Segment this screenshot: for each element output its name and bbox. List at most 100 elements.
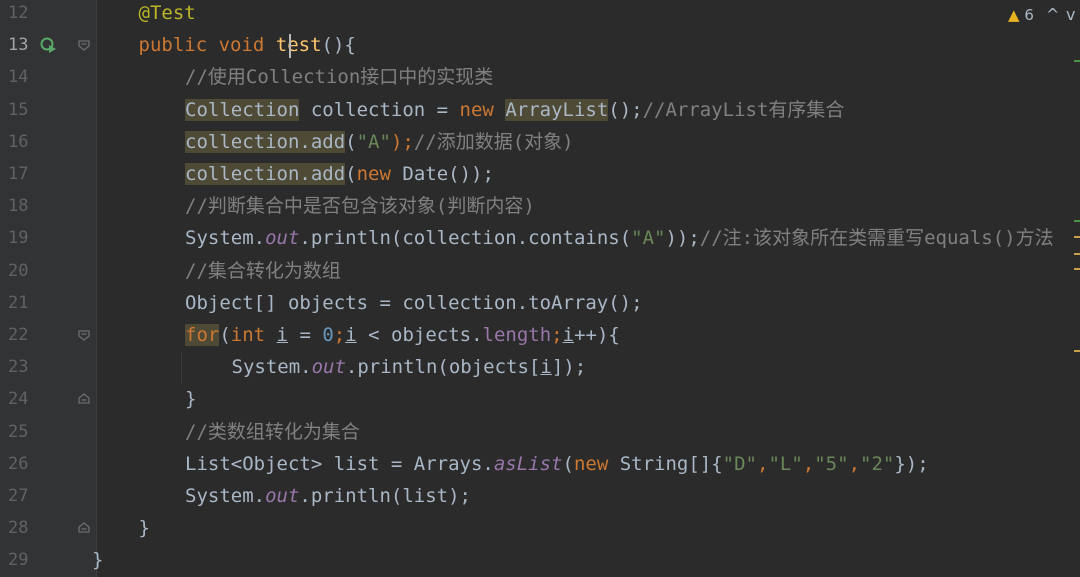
- code-line[interactable]: 18 //判断集合中是否包含该对象(判断内容): [0, 190, 1080, 222]
- error-stripe-mark[interactable]: [1074, 220, 1080, 222]
- code-line[interactable]: 22 for(int i = 0;i < objects.length;i++){: [0, 319, 1080, 351]
- line-number[interactable]: 17: [8, 158, 34, 190]
- code-text[interactable]: System.out.println(collection.contains("…: [185, 222, 1054, 254]
- code-token: out: [311, 356, 346, 379]
- code-token: collection.add: [185, 130, 346, 153]
- code-text[interactable]: //判断集合中是否包含该对象(判断内容): [185, 190, 535, 222]
- line-number[interactable]: 12: [8, 0, 34, 29]
- code-line[interactable]: 20 //集合转化为数组: [0, 255, 1080, 287]
- code-line[interactable]: 17 collection.add(new Date());: [0, 158, 1080, 190]
- code-text[interactable]: for(int i = 0;i < objects.length;i++){: [185, 319, 620, 351]
- code-text[interactable]: }: [92, 544, 103, 576]
- error-stripe-mark[interactable]: [1074, 60, 1080, 62]
- code-text[interactable]: System.out.println(objects[i]);: [232, 351, 587, 383]
- code-line[interactable]: 12 @Test: [0, 0, 1080, 29]
- code-line[interactable]: 14 //使用Collection接口中的实现类: [0, 61, 1080, 93]
- code-line[interactable]: 25 //类数组转化为集合: [0, 416, 1080, 448]
- code-token: //添加数据(对象): [413, 130, 574, 153]
- code-token: i: [540, 356, 552, 379]
- code-text[interactable]: System.out.println(list);: [185, 480, 471, 512]
- next-highlight-button[interactable]: v: [1066, 5, 1075, 24]
- code-text[interactable]: //集合转化为数组: [185, 255, 341, 287]
- previous-highlight-button[interactable]: ^: [1046, 5, 1059, 24]
- line-number[interactable]: 26: [8, 448, 34, 480]
- code-text[interactable]: }: [185, 383, 196, 415]
- code-token: public: [138, 34, 219, 57]
- code-text[interactable]: collection.add(new Date());: [185, 158, 494, 190]
- line-number[interactable]: 13: [8, 29, 34, 61]
- code-line[interactable]: 23 System.out.println(objects[i]);: [0, 351, 1080, 383]
- line-number[interactable]: 15: [8, 94, 34, 126]
- fold-close-icon[interactable]: [76, 391, 92, 407]
- line-number[interactable]: 20: [8, 255, 34, 287]
- code-token: ]);: [551, 356, 587, 379]
- code-line[interactable]: 27 System.out.println(list);: [0, 480, 1080, 512]
- line-number[interactable]: 18: [8, 190, 34, 222]
- line-number[interactable]: 16: [8, 126, 34, 158]
- code-token: String[]{: [619, 452, 723, 475]
- code-token: ArrayList: [505, 98, 609, 121]
- code-line[interactable]: 13 public void test(){: [0, 29, 1080, 61]
- error-stripe-mark[interactable]: [1074, 268, 1080, 270]
- error-stripe-mark[interactable]: [1074, 350, 1080, 352]
- run-test-icon[interactable]: [40, 37, 56, 54]
- code-text[interactable]: List<Object> list = Arrays.asList(new St…: [185, 448, 929, 480]
- code-line[interactable]: 15 Collection collection = new ArrayList(…: [0, 94, 1080, 126]
- code-token: (: [219, 324, 231, 346]
- line-number[interactable]: 25: [8, 416, 34, 448]
- code-text[interactable]: Object[] objects = collection.toArray();: [185, 287, 643, 319]
- code-token: Collection: [185, 98, 300, 121]
- line-number[interactable]: 19: [8, 222, 34, 254]
- fold-open-icon[interactable]: [76, 37, 92, 53]
- error-stripe-mark[interactable]: [1074, 253, 1080, 255]
- code-token: collection =: [299, 98, 460, 121]
- code-token: System.: [185, 485, 266, 507]
- code-token: //注:该对象所在类需重写equals()方法: [699, 227, 1054, 250]
- code-token: .println(list);: [299, 485, 471, 507]
- code-token: List<Object> list = Arrays.: [185, 452, 494, 475]
- code-line[interactable]: 26 List<Object> list = Arrays.asList(new …: [0, 448, 1080, 480]
- code-token: (: [345, 130, 357, 153]
- code-token: });: [894, 452, 929, 475]
- code-token: //集合转化为数组: [185, 259, 341, 282]
- code-token: .println(objects[: [345, 356, 541, 379]
- code-editor[interactable]: 12 @Test 13 public void test(){ 14 //使用Collec…: [0, 0, 1080, 577]
- line-number[interactable]: 29: [8, 544, 34, 576]
- code-token: }: [138, 517, 150, 540]
- code-token: (){: [321, 34, 356, 57]
- code-line[interactable]: 29}: [0, 544, 1080, 576]
- inspection-widget[interactable]: ▲ 6: [1008, 4, 1034, 26]
- code-token: //判断集合中是否包含该对象(判断内容): [185, 195, 535, 218]
- line-number[interactable]: 27: [8, 480, 34, 512]
- code-text[interactable]: //使用Collection接口中的实现类: [185, 61, 493, 93]
- code-token: ));: [665, 227, 700, 250]
- fold-close-icon[interactable]: [76, 520, 92, 536]
- code-line[interactable]: 16 collection.add("A");//添加数据(对象): [0, 126, 1080, 158]
- line-number[interactable]: 22: [8, 319, 34, 351]
- code-line[interactable]: 28}: [0, 512, 1080, 544]
- code-token: int: [230, 324, 277, 346]
- line-number[interactable]: 24: [8, 383, 34, 415]
- code-text[interactable]: //类数组转化为集合: [185, 416, 360, 448]
- code-token: =: [288, 324, 323, 346]
- code-token: new: [356, 163, 403, 185]
- warning-icon: ▲: [1008, 6, 1020, 24]
- code-line[interactable]: 19 System.out.println(collection.contains…: [0, 222, 1080, 254]
- code-line[interactable]: 24}: [0, 383, 1080, 415]
- code-text[interactable]: }: [139, 512, 150, 544]
- line-number[interactable]: 21: [8, 287, 34, 319]
- code-token: (: [345, 163, 357, 185]
- code-token: //ArrayList有序集合: [642, 98, 845, 121]
- code-token: new: [459, 98, 506, 121]
- code-line[interactable]: 21 Object[] objects = collection.toArray(…: [0, 287, 1080, 319]
- code-text[interactable]: public void test(){: [139, 29, 356, 61]
- code-token: ,: [802, 452, 815, 475]
- code-text[interactable]: @Test: [139, 0, 196, 29]
- code-text[interactable]: Collection collection = new ArrayList();…: [185, 94, 844, 126]
- line-number[interactable]: 23: [8, 351, 34, 383]
- line-number[interactable]: 28: [8, 512, 34, 544]
- fold-open-icon[interactable]: [76, 327, 92, 343]
- line-number[interactable]: 14: [8, 61, 34, 93]
- code-text[interactable]: collection.add("A");//添加数据(对象): [185, 126, 574, 158]
- error-stripe-mark[interactable]: [1074, 236, 1080, 238]
